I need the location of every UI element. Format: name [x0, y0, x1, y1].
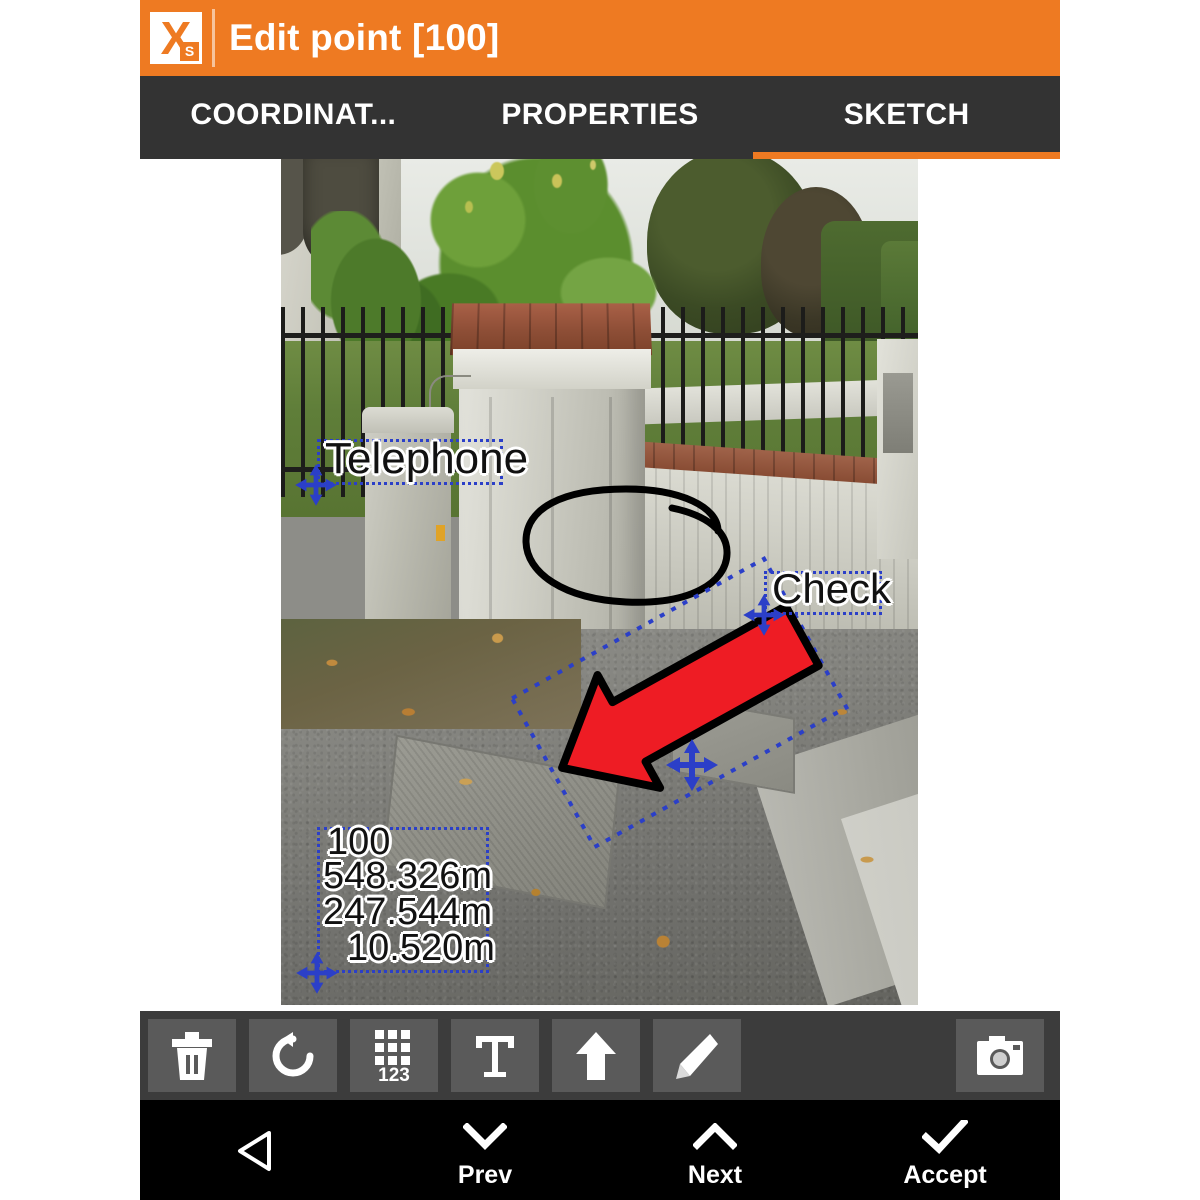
photo-pillar-cap — [453, 349, 651, 389]
nav-accept-label: Accept — [903, 1160, 987, 1189]
tab-coordinates[interactable]: COORDINAT... — [140, 76, 447, 159]
back-triangle-icon-wrap — [236, 1129, 274, 1173]
tab-sketch[interactable]: SKETCH — [753, 76, 1060, 159]
nav-prev[interactable]: Prev — [370, 1100, 600, 1200]
nav-next-label: Next — [687, 1160, 743, 1189]
nav-prev-label: Prev — [457, 1160, 513, 1189]
android-nav-bar: Prev Next Accept — [140, 1100, 1060, 1200]
annotation-telephone-text: Telephone — [325, 434, 529, 483]
annotation-telephone-move-handle[interactable] — [292, 461, 340, 509]
checkmark-icon-wrap — [922, 1115, 968, 1159]
chevron-up-icon — [693, 1122, 737, 1150]
app-icon: X S — [150, 12, 202, 64]
title-divider — [212, 9, 215, 67]
keypad-123-icon: 123 — [375, 1029, 410, 1083]
pencil-button[interactable] — [653, 1019, 741, 1092]
annotation-point-elevation: 10.520m — [347, 927, 495, 969]
page-title: Edit point [100] — [229, 17, 500, 58]
camera-icon — [977, 1035, 1023, 1075]
sketch-toolbar: 123 — [140, 1011, 1060, 1100]
photo-gate-post — [877, 339, 918, 559]
annotation-check-text: Check — [772, 565, 892, 612]
checkmark-icon — [922, 1119, 968, 1154]
tab-properties-label: PROPERTIES — [501, 97, 699, 131]
chevron-down-icon-wrap — [463, 1115, 507, 1159]
camera-button[interactable] — [956, 1019, 1044, 1092]
app-window: X S Edit point [100] COORDINAT... PROPER… — [140, 0, 1060, 1200]
text-button[interactable] — [451, 1019, 539, 1092]
arrow-up-icon — [576, 1031, 616, 1080]
photo-cabinet-top — [362, 407, 454, 433]
app-icon-badge: S — [180, 42, 199, 61]
arrow-button[interactable] — [552, 1019, 640, 1092]
pencil-icon — [676, 1033, 718, 1079]
text-t-icon — [476, 1035, 514, 1077]
tab-coordinates-label: COORDINAT... — [190, 97, 397, 131]
annotation-point-info-move-handle[interactable] — [293, 949, 341, 997]
chevron-down-icon — [463, 1122, 507, 1150]
numeric-button[interactable]: 123 — [350, 1019, 438, 1092]
trash-icon — [172, 1031, 212, 1080]
annotation-check-move-handle[interactable] — [740, 591, 788, 639]
back-triangle-icon — [238, 1131, 271, 1171]
undo-icon — [272, 1031, 314, 1076]
photo-gate-panel — [883, 373, 913, 453]
chevron-up-icon-wrap — [693, 1115, 737, 1159]
undo-button[interactable] — [249, 1019, 337, 1092]
svg-text:123: 123 — [378, 1065, 410, 1083]
sketch-photo[interactable]: Telephone Check 100 548.326m 247.544m 10 — [281, 159, 918, 1005]
tab-sketch-label: SKETCH — [843, 97, 970, 131]
tab-properties[interactable]: PROPERTIES — [447, 76, 754, 159]
photo-cabinet-sticker — [436, 525, 445, 541]
title-bar: X S Edit point [100] — [140, 0, 1060, 76]
nav-back[interactable] — [140, 1100, 370, 1200]
sketch-canvas[interactable]: Telephone Check 100 548.326m 247.544m 10 — [140, 159, 1060, 1011]
delete-button[interactable] — [148, 1019, 236, 1092]
tab-bar: COORDINAT... PROPERTIES SKETCH — [140, 76, 1060, 159]
nav-accept[interactable]: Accept — [830, 1100, 1060, 1200]
annotation-point-east: 247.544m — [323, 891, 493, 933]
photo-pillar-brick-cap — [449, 303, 653, 356]
nav-next[interactable]: Next — [600, 1100, 830, 1200]
annotation-point-north: 548.326m — [323, 855, 493, 897]
